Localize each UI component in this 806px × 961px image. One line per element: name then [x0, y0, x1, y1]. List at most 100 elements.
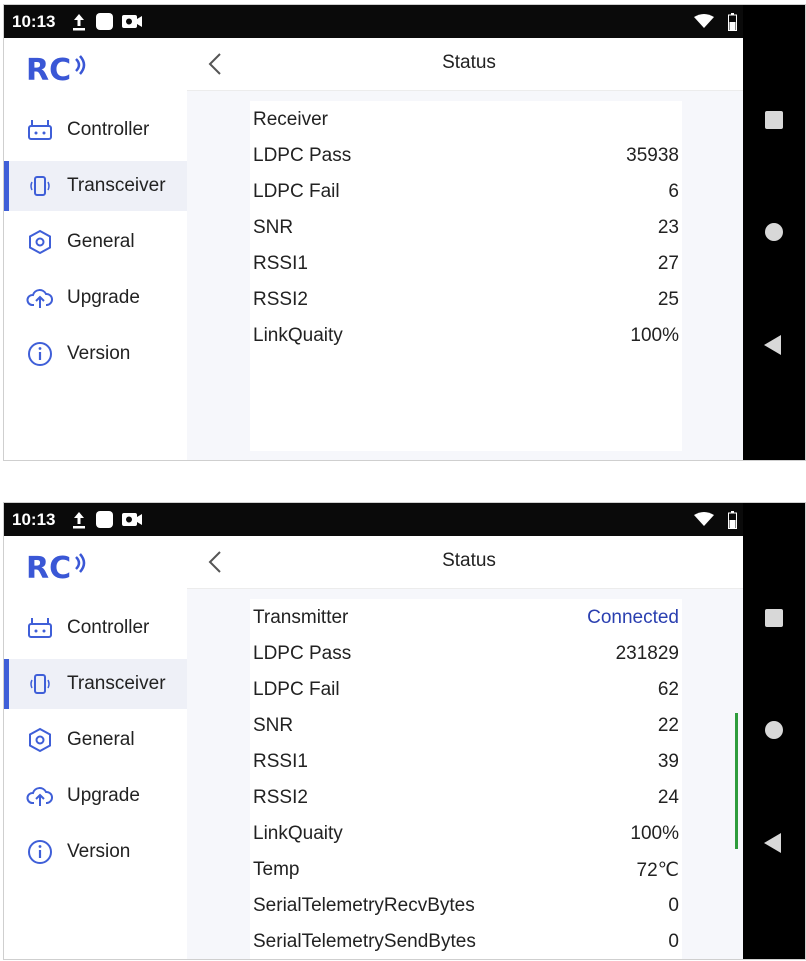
back-nav-button[interactable]: [764, 335, 781, 355]
screen-transmitter-status: 10:13 RC Controller Transceiver General: [3, 502, 806, 960]
sidebar: RC Controller Transceiver General Upgrad…: [4, 536, 187, 959]
home-button[interactable]: [765, 721, 783, 739]
sidebar-item-label: Upgrade: [67, 287, 140, 308]
row-value: 22: [657, 715, 679, 736]
status-row: LDPC Pass 35938: [253, 137, 679, 173]
sidebar-item-upgrade[interactable]: Upgrade: [4, 273, 187, 323]
sidebar-item-general[interactable]: General: [4, 715, 187, 765]
row-value: 27: [657, 253, 679, 274]
recents-button[interactable]: [765, 609, 783, 627]
scrollbar[interactable]: [735, 713, 738, 849]
hexagon-settings-icon: [29, 229, 51, 255]
row-value: 0: [668, 931, 679, 952]
row-value: 39: [657, 751, 679, 772]
camera-icon: [122, 15, 142, 28]
transceiver-icon: [30, 674, 50, 694]
status-bar: 10:13: [4, 5, 743, 38]
row-value: 100%: [630, 823, 679, 844]
sidebar-item-label: Upgrade: [67, 785, 140, 806]
status-card: Transmitter Connected LDPC Pass 231829 LDP…: [250, 599, 682, 959]
status-row: SerialTelemetrySendBytes 0: [253, 923, 679, 959]
connection-status: Connected: [587, 607, 679, 628]
page-header: Status: [187, 536, 743, 589]
content-area: Transmitter Connected LDPC Pass 231829 LDP…: [187, 589, 743, 959]
sidebar-item-general[interactable]: General: [4, 217, 187, 267]
info-icon: [28, 840, 52, 864]
sidebar-item-label: Version: [67, 841, 131, 862]
sidebar-item-controller[interactable]: Controller: [4, 603, 187, 653]
svg-text:RC: RC: [26, 551, 71, 583]
home-button[interactable]: [765, 223, 783, 241]
upload-icon: [73, 14, 85, 31]
status-row: LDPC Pass 231829: [253, 635, 679, 671]
transceiver-icon: [30, 176, 50, 196]
status-row: SerialTelemetryRecvBytes 0: [253, 887, 679, 923]
upload-icon: [73, 512, 85, 529]
sidebar-item-controller[interactable]: Controller: [4, 105, 187, 155]
row-label: Temp: [253, 859, 300, 880]
notification-icon: [96, 511, 113, 528]
hexagon-settings-icon: [29, 727, 51, 753]
row-value: 24: [657, 787, 679, 808]
row-label: SNR: [253, 217, 294, 238]
row-label: RSSI2: [253, 289, 308, 310]
page-header: Status: [187, 38, 743, 91]
sidebar-item-transceiver[interactable]: Transceiver: [4, 161, 187, 211]
sidebar-item-label: Transceiver: [67, 175, 166, 196]
sidebar-item-transceiver[interactable]: Transceiver: [4, 659, 187, 709]
row-label: LinkQuaity: [253, 325, 343, 346]
info-icon: [28, 342, 52, 366]
recents-button[interactable]: [765, 111, 783, 129]
status-row: SNR 22: [253, 707, 679, 743]
status-row: RSSI2 24: [253, 779, 679, 815]
sidebar-item-label: General: [67, 231, 135, 252]
wifi-icon: [694, 14, 714, 28]
status-row: SNR 23: [253, 209, 679, 245]
row-value: 23: [657, 217, 679, 238]
row-label: Receiver: [253, 109, 328, 130]
sidebar-item-upgrade[interactable]: Upgrade: [4, 771, 187, 821]
row-label: Transmitter: [253, 607, 349, 628]
rc-logo: RC: [26, 53, 86, 85]
cloud-upload-icon: [26, 787, 53, 806]
row-label: SNR: [253, 715, 294, 736]
sidebar: RC Controller Transceiver General Upgrad…: [4, 38, 187, 460]
status-row: LinkQuaity 100%: [253, 815, 679, 851]
cloud-upload-icon: [26, 289, 53, 308]
row-label: LDPC Pass: [253, 145, 352, 166]
android-nav-bar: [743, 5, 805, 460]
screen-receiver-status: 10:13 RC Controller Transceiver General: [3, 4, 806, 461]
back-nav-button[interactable]: [764, 833, 781, 853]
controller-icon: [28, 120, 52, 140]
status-row: LinkQuaity 100%: [253, 317, 679, 353]
row-value: 0: [668, 895, 679, 916]
row-value: 6: [668, 181, 679, 202]
svg-text:RC: RC: [26, 53, 71, 85]
status-time: 10:13: [12, 12, 56, 31]
row-label: SerialTelemetrySendBytes: [253, 931, 476, 952]
notification-icon: [96, 13, 113, 30]
sidebar-item-label: General: [67, 729, 135, 750]
rc-logo: RC: [26, 551, 86, 583]
row-label: LinkQuaity: [253, 823, 343, 844]
row-value: 72℃: [636, 860, 679, 881]
sidebar-item-version[interactable]: Version: [4, 329, 187, 379]
sidebar-item-label: Controller: [67, 119, 150, 140]
controller-icon: [28, 618, 52, 638]
row-label: LDPC Fail: [253, 181, 340, 202]
status-row: RSSI1 39: [253, 743, 679, 779]
row-value: 35938: [626, 145, 679, 166]
sidebar-item-label: Controller: [67, 617, 150, 638]
sidebar-item-label: Version: [67, 343, 131, 364]
row-label: SerialTelemetryRecvBytes: [253, 895, 475, 916]
status-card: Receiver LDPC Pass 35938 LDPC Fail 6 SNR 23…: [250, 101, 682, 451]
status-time: 10:13: [12, 510, 56, 529]
android-nav-bar: [743, 503, 805, 959]
sidebar-item-label: Transceiver: [67, 673, 166, 694]
row-value: 231829: [615, 643, 679, 664]
sidebar-item-version[interactable]: Version: [4, 827, 187, 877]
status-row: LDPC Fail 62: [253, 671, 679, 707]
row-label: LDPC Fail: [253, 679, 340, 700]
status-row: Transmitter Connected: [253, 599, 679, 635]
row-value: 25: [657, 289, 679, 310]
